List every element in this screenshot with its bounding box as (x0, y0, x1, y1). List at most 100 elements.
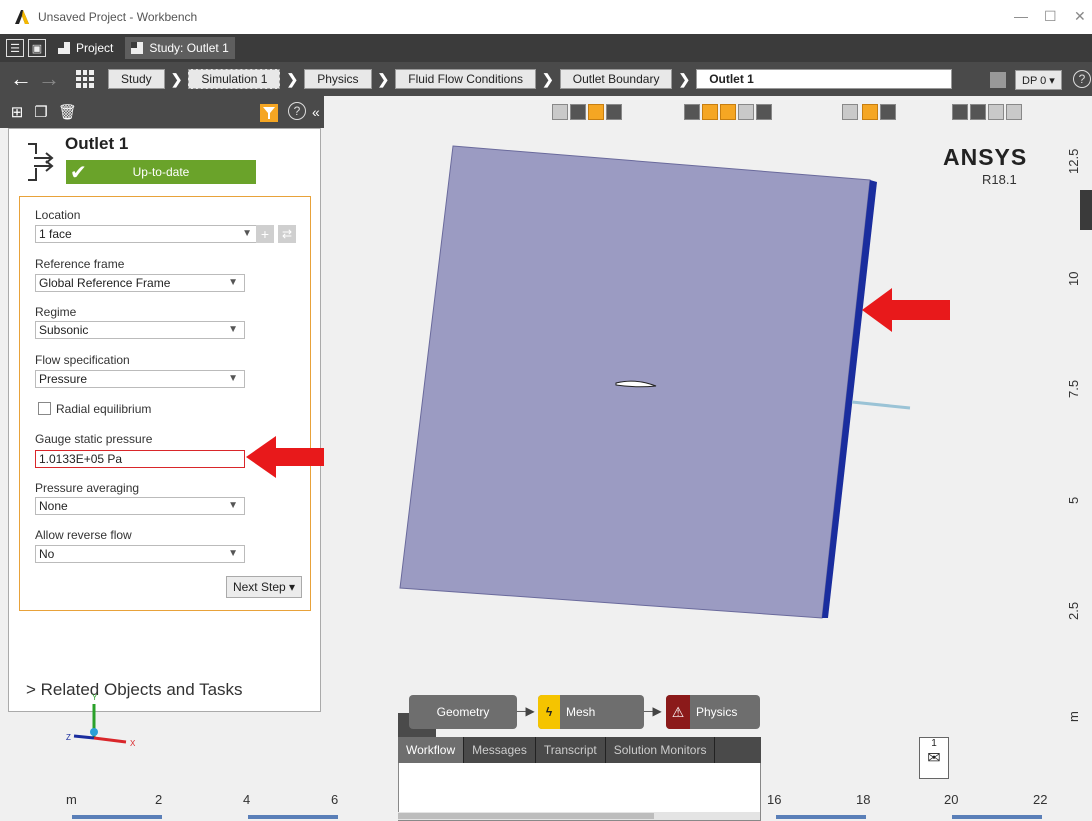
grid-icon[interactable] (76, 70, 94, 88)
tab-project[interactable]: Project (52, 37, 119, 59)
dropdown-arrow-icon: ▼ (242, 228, 252, 239)
add-icon[interactable]: ⊞ (10, 103, 24, 121)
breadcrumb-physics[interactable]: Physics (304, 69, 372, 89)
workflow-arrow-icon: ─▶ (644, 704, 662, 718)
help-icon[interactable]: ? (1073, 70, 1091, 88)
ruler-bar (248, 815, 338, 819)
filter-list-icon[interactable] (990, 72, 1006, 88)
forward-arrow-icon[interactable]: → (38, 68, 60, 90)
swap-location-icon[interactable]: ⇄ (278, 225, 296, 243)
axis-x-label: X (130, 739, 136, 748)
tab-messages[interactable]: Messages (464, 737, 536, 763)
flow-spec-select[interactable]: Pressure ▼ (35, 370, 245, 388)
save-icon[interactable]: ▣ (28, 39, 46, 57)
filter-icon[interactable] (260, 104, 278, 122)
zoom-box-icon[interactable] (862, 104, 878, 120)
workflow-scrollbar[interactable] (398, 812, 760, 820)
reverse-flow-label: Allow reverse flow (35, 528, 132, 542)
warning-icon: ⚠ (666, 695, 690, 729)
ansys-brand: ANSYS (943, 144, 1028, 170)
ruler-tick: 18 (856, 792, 871, 807)
reference-frame-select[interactable]: Global Reference Frame ▼ (35, 274, 245, 292)
maximize-button[interactable]: ☐ (1044, 8, 1057, 25)
regime-select[interactable]: Subsonic ▼ (35, 321, 245, 339)
ansys-logo-icon (15, 10, 29, 24)
tab-solution-monitors[interactable]: Solution Monitors (606, 737, 716, 763)
workflow-node-physics[interactable]: ⚠ Physics (666, 695, 760, 729)
ruler-tick: 7.5 (1066, 379, 1081, 398)
view-iso-icon[interactable] (552, 104, 568, 120)
shaded-icon[interactable] (684, 104, 700, 120)
expand-icon[interactable] (880, 104, 896, 120)
scrollbar-thumb[interactable] (398, 813, 654, 819)
back-arrow-icon[interactable]: ← (10, 68, 32, 90)
collapse-panel-icon[interactable]: « (312, 104, 320, 120)
transparency-icon[interactable] (756, 104, 772, 120)
geometry-model[interactable] (390, 140, 930, 620)
tab-transcript[interactable]: Transcript (536, 737, 606, 763)
ruler-tick: 10 (1066, 271, 1081, 286)
ruler-tick: 12.5 (1066, 148, 1081, 174)
close-button[interactable]: ✕ (1074, 8, 1086, 25)
release-label: R18.1 (982, 172, 1017, 187)
minimize-button[interactable]: — (1014, 8, 1028, 24)
breadcrumb-separator-icon: ❯ (170, 70, 183, 87)
design-point-select[interactable]: DP 0 ▾ (1015, 70, 1062, 90)
annotation-arrow-left-icon (246, 436, 332, 478)
reference-frame-label: Reference frame (35, 257, 125, 271)
ruler-tick: 4 (243, 792, 251, 807)
wireframe-icon[interactable] (720, 104, 736, 120)
reference-frame-value: Global Reference Frame (39, 276, 171, 290)
pressure-averaging-label: Pressure averaging (35, 481, 140, 495)
breadcrumb-separator-icon: ❯ (286, 70, 299, 87)
workflow-node-mesh[interactable]: ϟ Mesh (538, 695, 644, 729)
breadcrumb-fluid-flow[interactable]: Fluid Flow Conditions (395, 69, 536, 89)
ruler-tick: 22 (1033, 792, 1048, 807)
pressure-averaging-value: None (39, 499, 68, 513)
check-icon: ✔ (70, 162, 87, 184)
panel-help-icon[interactable]: ? (288, 102, 306, 120)
next-step-button[interactable]: Next Step ▾ (226, 576, 302, 598)
gauge-pressure-input[interactable]: 1.0133E+05 Pa (35, 450, 245, 468)
reverse-flow-value: No (39, 547, 55, 561)
select-body-icon[interactable] (1006, 104, 1022, 120)
delete-icon[interactable]: 🗑 (58, 103, 77, 121)
pressure-averaging-select[interactable]: None ▼ (35, 497, 245, 515)
regime-label: Regime (35, 305, 77, 319)
tab-workflow[interactable]: Workflow (398, 737, 465, 763)
breadcrumb-separator-icon: ❯ (377, 70, 390, 87)
outlet-boundary-icon (28, 143, 54, 181)
add-location-icon[interactable]: + (256, 225, 274, 243)
hidden-line-icon[interactable] (738, 104, 754, 120)
tab-study[interactable]: Study: Outlet 1 (125, 37, 235, 59)
shaded-edges-icon[interactable] (702, 104, 718, 120)
dropdown-arrow-icon: ▼ (228, 500, 238, 511)
breadcrumb-simulation[interactable]: Simulation 1 (188, 69, 281, 89)
menu-icon[interactable]: ☰ (6, 39, 24, 57)
fit-icon[interactable] (842, 104, 858, 120)
select-edge-icon[interactable] (970, 104, 986, 120)
location-select[interactable]: 1 face ▼ (35, 225, 259, 243)
select-face-icon[interactable] (988, 104, 1004, 120)
node-label: Geometry (436, 705, 490, 719)
breadcrumb-study[interactable]: Study (108, 69, 165, 89)
dropdown-arrow-icon: ▼ (228, 373, 238, 384)
node-label: Mesh (566, 705, 596, 719)
view-right-icon[interactable] (606, 104, 622, 120)
side-collapse-tab[interactable] (1080, 190, 1092, 230)
breadcrumb-outlet-boundary[interactable]: Outlet Boundary (559, 69, 673, 89)
view-front-icon[interactable] (570, 104, 586, 120)
breadcrumb-bar: ← → Study ❯ Simulation 1 ❯ Physics ❯ Flu… (0, 62, 1092, 96)
breadcrumb-outlet-1[interactable]: Outlet 1 (696, 69, 953, 89)
status-text: Up-to-date (132, 165, 190, 179)
ruler-tick: 2.5 (1066, 601, 1081, 620)
notification-envelope-icon[interactable]: 1 ✉ (919, 737, 949, 779)
gauge-pressure-label: Gauge static pressure (35, 432, 153, 446)
view-top-icon[interactable] (588, 104, 604, 120)
duplicate-icon[interactable]: ❐ (34, 103, 48, 121)
select-point-icon[interactable] (952, 104, 968, 120)
workflow-node-geometry[interactable]: Geometry (409, 695, 517, 729)
radial-equilibrium-checkbox[interactable] (38, 402, 51, 415)
reverse-flow-select[interactable]: No ▼ (35, 545, 245, 563)
axis-z-label: Z (66, 733, 71, 742)
